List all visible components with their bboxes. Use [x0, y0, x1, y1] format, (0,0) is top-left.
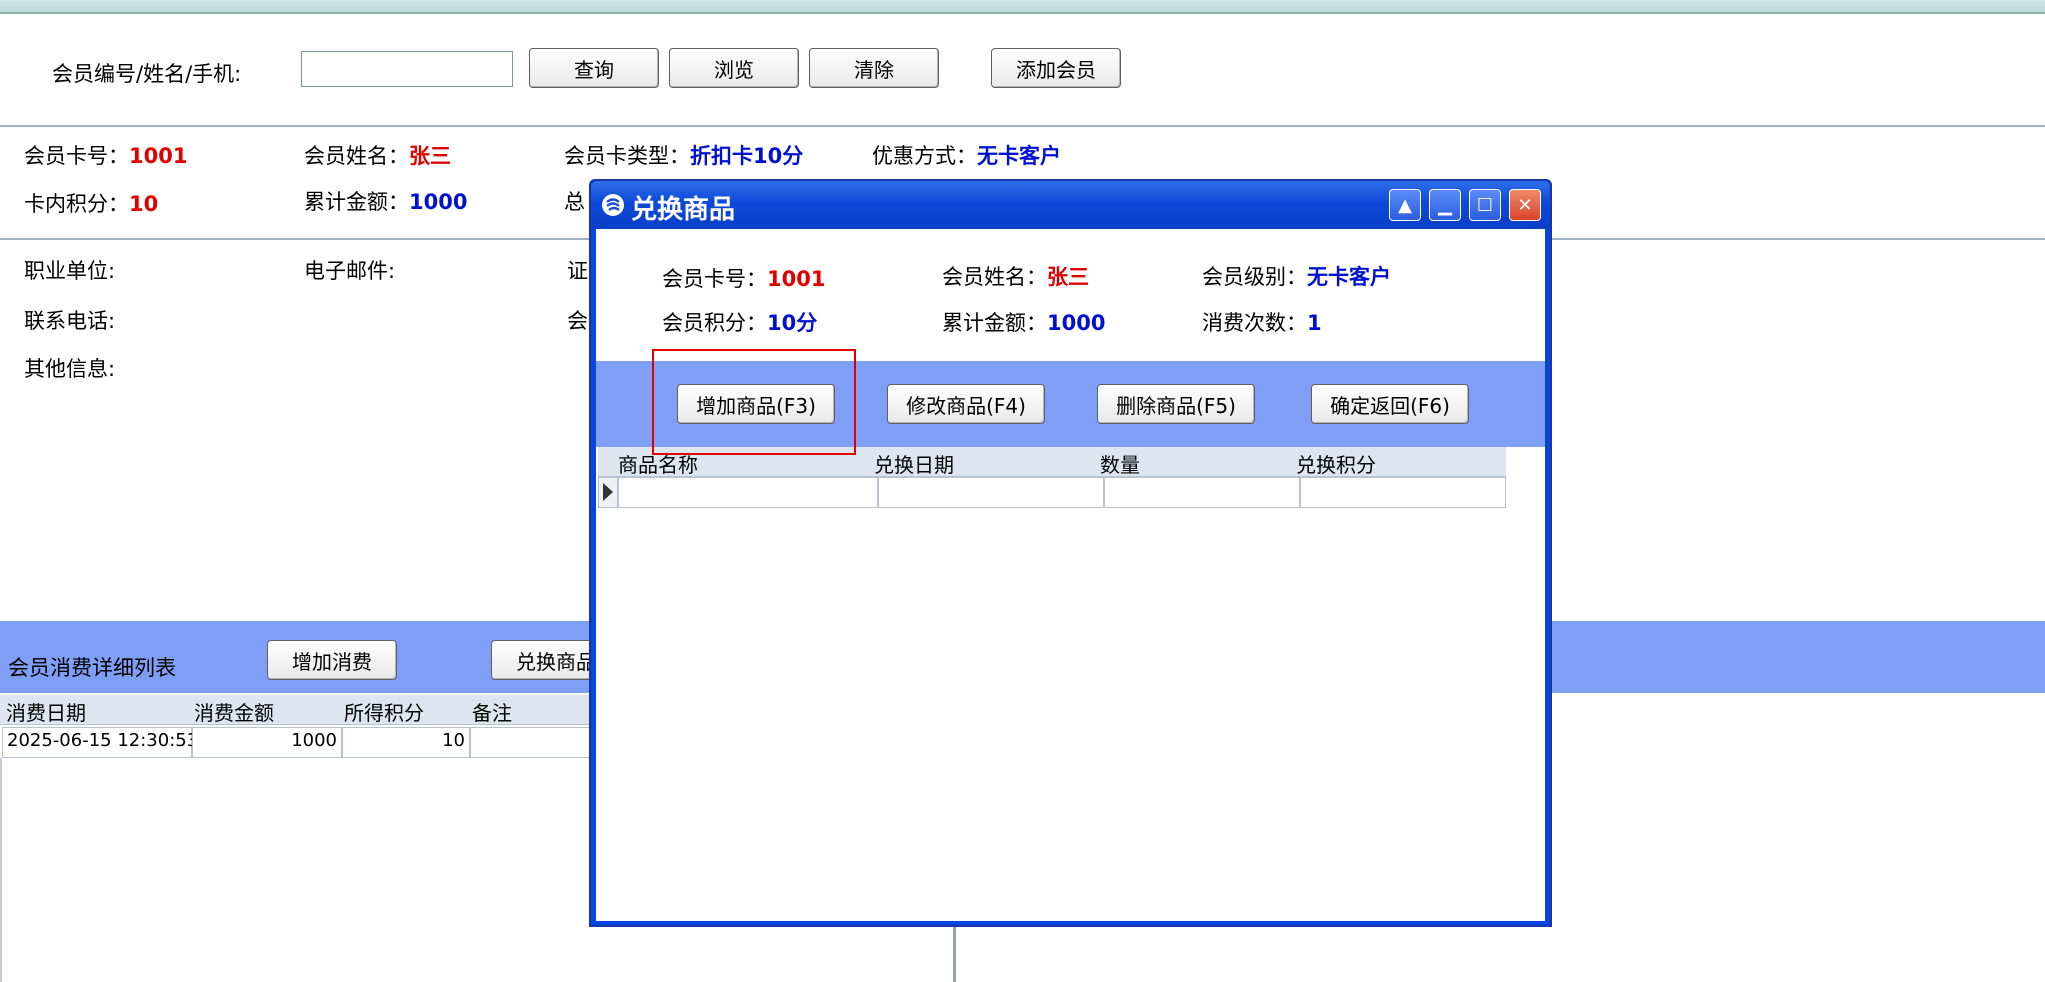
- discount-field: 优惠方式：无卡客户: [872, 144, 1061, 168]
- consumption-points-cell[interactable]: 10: [342, 727, 470, 758]
- column-header: 兑换积分: [1296, 453, 1376, 477]
- delete-goods-button[interactable]: 删除商品(F5): [1097, 384, 1255, 424]
- exchange-goods-dialog: 兑换商品 ▲ ▁ ☐ ✕ 会员卡号：1001 会员姓名：张三 会员级别：无卡客户…: [589, 179, 1552, 927]
- dialog-points-field: 会员积分：10分: [662, 311, 818, 335]
- dialog-name-field: 会员姓名：张三: [942, 265, 1089, 289]
- card-type-value: 折扣卡10分: [690, 144, 804, 168]
- browse-button[interactable]: 浏览: [669, 48, 799, 88]
- rollup-icon[interactable]: ▲: [1389, 189, 1421, 221]
- points-field: 卡内积分：10: [24, 192, 159, 216]
- quantity-cell[interactable]: [1104, 477, 1300, 508]
- column-header: 备注: [472, 701, 512, 725]
- minimize-icon[interactable]: ▁: [1429, 189, 1461, 221]
- dialog-body: 会员卡号：1001 会员姓名：张三 会员级别：无卡客户 会员积分：10分 累计金…: [596, 229, 1545, 921]
- member-name-value: 张三: [409, 144, 451, 168]
- member-name-field: 会员姓名：张三: [304, 144, 451, 168]
- dialog-card-no-field: 会员卡号：1001: [662, 267, 826, 291]
- dialog-title: 兑换商品: [631, 195, 736, 225]
- add-member-button[interactable]: 添加会员: [991, 48, 1121, 88]
- pane-splitter[interactable]: [953, 927, 956, 982]
- total-partial-label: 总: [564, 190, 585, 214]
- column-header: 兑换日期: [874, 453, 954, 477]
- dialog-name-value: 张三: [1047, 265, 1089, 289]
- consumption-note-cell[interactable]: [470, 727, 590, 758]
- dialog-level-field: 会员级别：无卡客户: [1202, 265, 1391, 289]
- consumption-amount-cell[interactable]: 1000: [192, 727, 342, 758]
- consumption-date-cell[interactable]: 2025-06-15 12:30:53: [2, 727, 198, 758]
- email-label: 电子邮件:: [304, 259, 396, 283]
- total-amount-value: 1000: [409, 190, 468, 214]
- dialog-points-value: 10分: [767, 311, 818, 335]
- exchange-date-cell[interactable]: [878, 477, 1104, 508]
- points-value: 10: [129, 192, 159, 216]
- current-row-icon: [603, 483, 613, 501]
- exchange-points-cell[interactable]: [1300, 477, 1506, 508]
- dialog-visits-value: 1: [1307, 311, 1322, 335]
- close-icon[interactable]: ✕: [1509, 189, 1541, 221]
- card-no-field: 会员卡号：1001: [24, 144, 188, 168]
- add-consumption-button[interactable]: 增加消费: [267, 640, 397, 680]
- query-button[interactable]: 查询: [529, 48, 659, 88]
- dialog-total-amount-value: 1000: [1047, 311, 1106, 335]
- total-amount-field: 累计金额：1000: [304, 190, 468, 214]
- dialog-title-bar[interactable]: 兑换商品 ▲ ▁ ☐ ✕: [591, 181, 1550, 229]
- column-header: 消费金额: [194, 701, 274, 725]
- dialog-visits-field: 消费次数：1: [1202, 311, 1322, 335]
- grid-border: [0, 758, 2, 982]
- confirm-return-button[interactable]: 确定返回(F6): [1311, 384, 1469, 424]
- window-top-strip: [0, 0, 2045, 14]
- dialog-level-value: 无卡客户: [1307, 265, 1391, 289]
- dialog-total-amount-field: 累计金额：1000: [942, 311, 1106, 335]
- phone-label: 联系电话:: [24, 309, 116, 333]
- app-icon: [602, 194, 624, 216]
- row-selector[interactable]: [598, 477, 618, 508]
- goods-name-cell[interactable]: [618, 477, 878, 508]
- card-no-value: 1001: [129, 144, 188, 168]
- column-header: 消费日期: [6, 701, 86, 725]
- dialog-card-no-value: 1001: [767, 267, 826, 291]
- highlight-box: [652, 349, 856, 455]
- column-header: 数量: [1100, 453, 1140, 477]
- card-type-field: 会员卡类型：折扣卡10分: [564, 144, 804, 168]
- partial-label: 证: [567, 259, 588, 283]
- employer-label: 职业单位:: [24, 259, 116, 283]
- discount-value: 无卡客户: [977, 144, 1061, 168]
- edit-goods-button[interactable]: 修改商品(F4): [887, 384, 1045, 424]
- divider: [0, 125, 2045, 127]
- column-header: 所得积分: [344, 701, 424, 725]
- consumption-title: 会员消费详细列表: [8, 656, 176, 680]
- search-input[interactable]: [301, 51, 513, 87]
- maximize-icon[interactable]: ☐: [1469, 189, 1501, 221]
- clear-button[interactable]: 清除: [809, 48, 939, 88]
- partial-label: 会: [567, 309, 588, 333]
- search-label: 会员编号/姓名/手机:: [52, 62, 242, 86]
- other-info-label: 其他信息:: [24, 357, 116, 381]
